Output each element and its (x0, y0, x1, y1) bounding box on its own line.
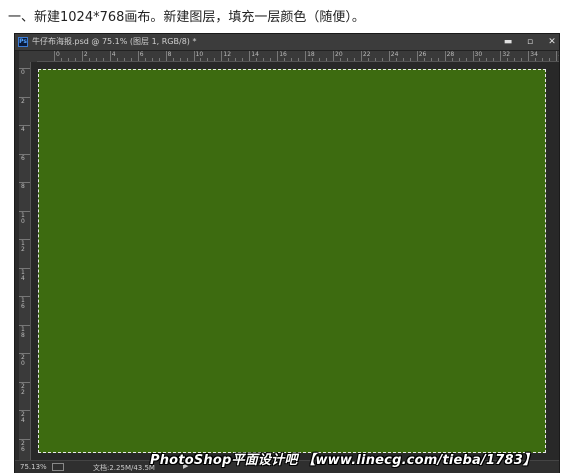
ruler-label: 36 (558, 51, 559, 58)
ruler-tick (249, 51, 251, 61)
ruler-label: 34 (530, 51, 538, 58)
document-size: 文档:2.25M/43.5M (93, 464, 155, 472)
ruler-label: 6 (21, 154, 25, 162)
ruler-label: 22 (362, 51, 371, 58)
ruler-label: 18 (21, 325, 25, 339)
ruler-label: 2 (83, 51, 88, 58)
ruler-tick (193, 51, 195, 61)
ruler-tick (360, 51, 362, 61)
ruler-label: 18 (307, 51, 315, 58)
zoom-level[interactable]: 75.13% (20, 463, 47, 471)
ruler-tick (165, 51, 167, 61)
ruler-label: 24 (21, 411, 25, 424)
instruction-text: 一、新建1024*768画布。新建图层，填充一层颜色（随便）。 (8, 10, 365, 25)
ruler-label: 26 (21, 439, 25, 453)
canvas-area[interactable] (31, 62, 559, 460)
vertical-ruler[interactable]: 0 2 4 6 8 10 12 14 16 18 20 22 24 26 (19, 62, 31, 460)
canvas-layer-fill[interactable] (38, 69, 546, 453)
ruler-tick (137, 51, 139, 61)
ruler-label: 16 (21, 297, 25, 310)
ruler-tick (109, 51, 111, 61)
ruler-label: 14 (21, 268, 25, 282)
ruler-tick (388, 51, 390, 61)
ruler-tick (221, 51, 223, 61)
ruler-label: 0 (56, 51, 60, 58)
ruler-label: 4 (21, 126, 25, 133)
ruler-label: 2 (21, 97, 25, 105)
ruler-label: 28 (446, 51, 455, 58)
ruler-label: 20 (21, 354, 25, 367)
ruler-label: 10 (195, 51, 204, 58)
ruler-tick (556, 51, 558, 61)
ruler-label: 12 (21, 240, 25, 253)
ruler-label: 4 (111, 51, 116, 58)
ruler-tick (444, 51, 446, 61)
ruler-label: 16 (279, 51, 287, 58)
ruler-label: 26 (418, 51, 427, 58)
ruler-label: 14 (251, 51, 259, 58)
watermark-text: PhotoShop平面设计吧 【www.linecg.com/tieba/178… (150, 453, 537, 468)
photoshop-app-icon: Ps (18, 37, 28, 47)
ruler-tick (528, 51, 530, 61)
ruler-tick (333, 51, 334, 61)
ruler-tick (305, 51, 307, 61)
ruler-tick (277, 51, 279, 61)
horizontal-ruler[interactable]: 024681012141618202224262830323436 (37, 51, 559, 62)
ruler-label: 10 (21, 211, 25, 225)
ruler-tick (81, 51, 83, 61)
ruler-tick (472, 51, 474, 61)
ruler-tick (54, 51, 55, 61)
ruler-label: 20 (335, 51, 343, 58)
document-titlebar[interactable]: Ps 牛仔布海报.psd @ 75.1% (图层 1, RGB/8) * ▬ ▫… (15, 34, 559, 51)
ruler-label: 0 (21, 69, 25, 76)
ruler-label: 8 (167, 51, 172, 58)
ruler-corner[interactable] (19, 51, 37, 62)
ruler-label: 24 (390, 51, 399, 58)
ruler-label: 30 (474, 51, 483, 58)
ruler-label: 8 (21, 183, 25, 190)
zoom-icon[interactable] (52, 463, 64, 471)
ruler-tick (416, 51, 418, 61)
document-title: 牛仔布海报.psd @ 75.1% (图层 1, RGB/8) * (32, 37, 197, 46)
ruler-tick (500, 51, 502, 61)
ruler-label: 6 (139, 51, 144, 58)
close-button[interactable]: ✕ (541, 36, 563, 48)
ruler-label: 12 (223, 51, 232, 58)
minimize-button[interactable]: ▬ (497, 36, 519, 48)
ruler-label: 22 (21, 382, 25, 396)
maximize-button[interactable]: ▫ (519, 36, 541, 48)
document-window: Ps 牛仔布海报.psd @ 75.1% (图层 1, RGB/8) * ▬ ▫… (14, 33, 560, 473)
ruler-label: 32 (502, 51, 511, 58)
